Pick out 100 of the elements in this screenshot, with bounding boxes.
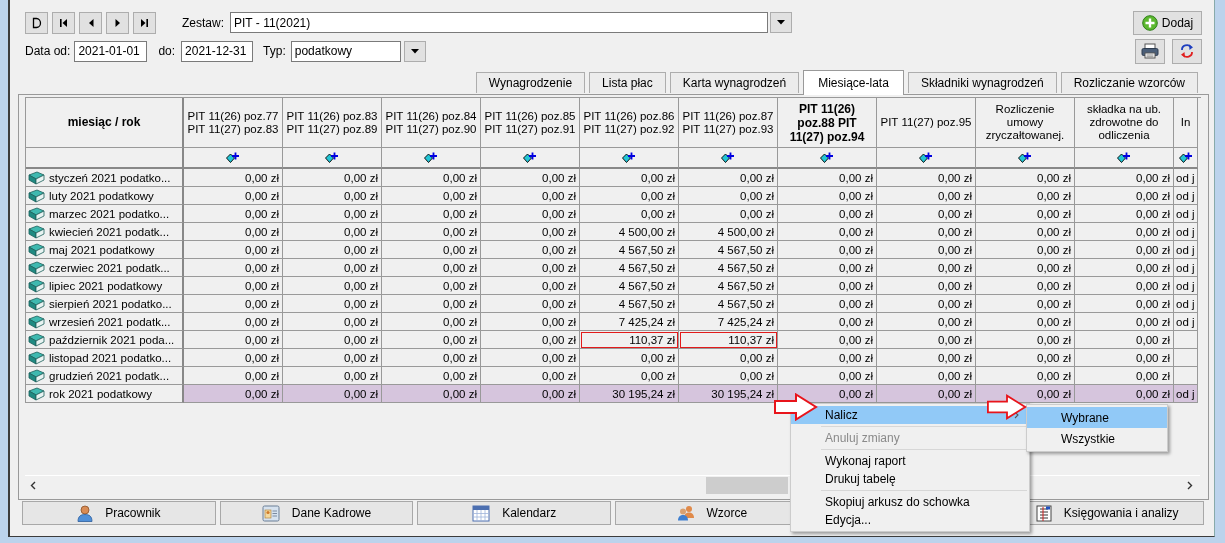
- table-cell[interactable]: 0,00 zł: [778, 223, 877, 241]
- first-record-button[interactable]: [52, 11, 75, 34]
- table-cell[interactable]: 4 567,50 zł: [679, 295, 778, 313]
- table-cell[interactable]: 0,00 zł: [481, 295, 580, 313]
- table-cell[interactable]: 0,00 zł: [481, 277, 580, 295]
- table-cell[interactable]: 0,00 zł: [877, 295, 976, 313]
- table-cell[interactable]: 0,00 zł: [481, 259, 580, 277]
- table-cell[interactable]: 0,00 zł: [580, 349, 679, 367]
- table-cell[interactable]: 0,00 zł: [580, 205, 679, 223]
- table-cell[interactable]: 0,00 zł: [1075, 349, 1174, 367]
- table-cell[interactable]: 0,00 zł: [283, 385, 382, 403]
- table-cell[interactable]: od j: [1174, 295, 1198, 313]
- table-cell[interactable]: 0,00 zł: [679, 187, 778, 205]
- table-cell[interactable]: 0,00 zł: [976, 313, 1075, 331]
- table-cell[interactable]: 0,00 zł: [778, 277, 877, 295]
- table-cell[interactable]: od j: [1174, 205, 1198, 223]
- table-cell[interactable]: 0,00 zł: [283, 331, 382, 349]
- last-record-button[interactable]: [133, 11, 156, 34]
- table-cell[interactable]: 4 567,50 zł: [679, 241, 778, 259]
- table-cell[interactable]: 0,00 zł: [877, 205, 976, 223]
- table-cell[interactable]: 0,00 zł: [1075, 241, 1174, 259]
- table-cell[interactable]: 0,00 zł: [184, 385, 283, 403]
- table-cell[interactable]: 0,00 zł: [877, 349, 976, 367]
- table-cell[interactable]: 0,00 zł: [283, 241, 382, 259]
- table-cell[interactable]: 0,00 zł: [283, 313, 382, 331]
- table-cell[interactable]: 4 567,50 zł: [580, 259, 679, 277]
- table-cell[interactable]: 0,00 zł: [976, 187, 1075, 205]
- table-cell[interactable]: 0,00 zł: [877, 313, 976, 331]
- table-cell[interactable]: 4 567,50 zł: [580, 241, 679, 259]
- scrollbar-thumb[interactable]: [706, 477, 788, 494]
- menu-item[interactable]: Wykonaj raport: [791, 452, 1029, 470]
- tab[interactable]: Lista płac: [589, 72, 666, 93]
- table-cell[interactable]: od j: [1174, 241, 1198, 259]
- table-cell[interactable]: 0,00 zł: [382, 205, 481, 223]
- table-cell[interactable]: 0,00 zł: [481, 313, 580, 331]
- print-button[interactable]: [1135, 38, 1165, 64]
- table-cell[interactable]: 0,00 zł: [184, 313, 283, 331]
- table-cell[interactable]: 0,00 zł: [778, 259, 877, 277]
- table-cell[interactable]: 0,00 zł: [184, 187, 283, 205]
- table-cell[interactable]: 0,00 zł: [481, 223, 580, 241]
- table-cell[interactable]: 0,00 zł: [184, 331, 283, 349]
- previous-record-button[interactable]: [79, 11, 102, 34]
- zestaw-field[interactable]: PIT - 11(2021): [230, 12, 768, 33]
- personnel-data-button[interactable]: Dane Kadrowe: [219, 501, 414, 525]
- table-cell[interactable]: 0,00 zł: [184, 349, 283, 367]
- table-cell[interactable]: 7 425,24 zł: [580, 313, 679, 331]
- table-cell[interactable]: 0,00 zł: [877, 169, 976, 187]
- add-button[interactable]: Dodaj: [1133, 10, 1202, 35]
- table-cell[interactable]: 4 567,50 zł: [679, 259, 778, 277]
- table-cell[interactable]: 0,00 zł: [976, 205, 1075, 223]
- table-cell[interactable]: 0,00 zł: [184, 241, 283, 259]
- table-cell[interactable]: 0,00 zł: [679, 169, 778, 187]
- next-record-button[interactable]: [106, 11, 129, 34]
- table-cell[interactable]: 0,00 zł: [778, 205, 877, 223]
- table-cell[interactable]: 0,00 zł: [283, 205, 382, 223]
- table-cell[interactable]: 0,00 zł: [778, 187, 877, 205]
- table-cell[interactable]: 0,00 zł: [580, 169, 679, 187]
- table-cell[interactable]: 0,00 zł: [382, 349, 481, 367]
- table-cell[interactable]: 4 567,50 zł: [580, 277, 679, 295]
- table-cell[interactable]: 0,00 zł: [283, 349, 382, 367]
- table-cell[interactable]: 0,00 zł: [976, 295, 1075, 313]
- table-cell[interactable]: 0,00 zł: [481, 169, 580, 187]
- table-cell[interactable]: 0,00 zł: [283, 169, 382, 187]
- table-cell[interactable]: 0,00 zł: [1075, 223, 1174, 241]
- menu-item[interactable]: Wybrane: [1027, 407, 1167, 428]
- table-cell[interactable]: 0,00 zł: [976, 241, 1075, 259]
- table-cell[interactable]: od j: [1174, 385, 1198, 403]
- table-cell[interactable]: 0,00 zł: [778, 331, 877, 349]
- employee-button[interactable]: Pracownik: [22, 501, 216, 525]
- table-cell[interactable]: 0,00 zł: [1075, 331, 1174, 349]
- table-cell[interactable]: 0,00 zł: [283, 295, 382, 313]
- type-field[interactable]: podatkowy: [290, 40, 401, 62]
- table-cell[interactable]: 4 500,00 zł: [679, 223, 778, 241]
- date-to-field[interactable]: 2021-12-31: [181, 40, 254, 62]
- table-cell[interactable]: 110,37 zł: [679, 331, 778, 349]
- table-cell[interactable]: 0,00 zł: [778, 295, 877, 313]
- table-cell[interactable]: 0,00 zł: [481, 241, 580, 259]
- table-cell[interactable]: 0,00 zł: [382, 223, 481, 241]
- table-cell[interactable]: 4 500,00 zł: [580, 223, 679, 241]
- table-cell[interactable]: 0,00 zł: [283, 223, 382, 241]
- table-cell[interactable]: 0,00 zł: [382, 187, 481, 205]
- table-cell[interactable]: od j: [1174, 187, 1198, 205]
- table-cell[interactable]: 0,00 zł: [382, 241, 481, 259]
- table-cell[interactable]: 0,00 zł: [1075, 313, 1174, 331]
- table-cell[interactable]: 0,00 zł: [481, 385, 580, 403]
- table-cell[interactable]: 0,00 zł: [283, 277, 382, 295]
- table-cell[interactable]: 0,00 zł: [976, 277, 1075, 295]
- table-cell[interactable]: 0,00 zł: [184, 205, 283, 223]
- tab[interactable]: Miesiące-lata: [803, 70, 904, 95]
- table-cell[interactable]: 0,00 zł: [382, 385, 481, 403]
- table-cell[interactable]: od j: [1174, 169, 1198, 187]
- table-cell[interactable]: 0,00 zł: [1075, 169, 1174, 187]
- dropdown-button[interactable]: [770, 12, 792, 33]
- table-cell[interactable]: 0,00 zł: [976, 331, 1075, 349]
- table-cell[interactable]: 0,00 zł: [1075, 385, 1174, 403]
- table-cell[interactable]: 0,00 zł: [283, 259, 382, 277]
- table-cell[interactable]: 0,00 zł: [1075, 295, 1174, 313]
- table-cell[interactable]: 0,00 zł: [382, 295, 481, 313]
- table-cell[interactable]: 0,00 zł: [877, 259, 976, 277]
- new-record-button[interactable]: [25, 11, 48, 34]
